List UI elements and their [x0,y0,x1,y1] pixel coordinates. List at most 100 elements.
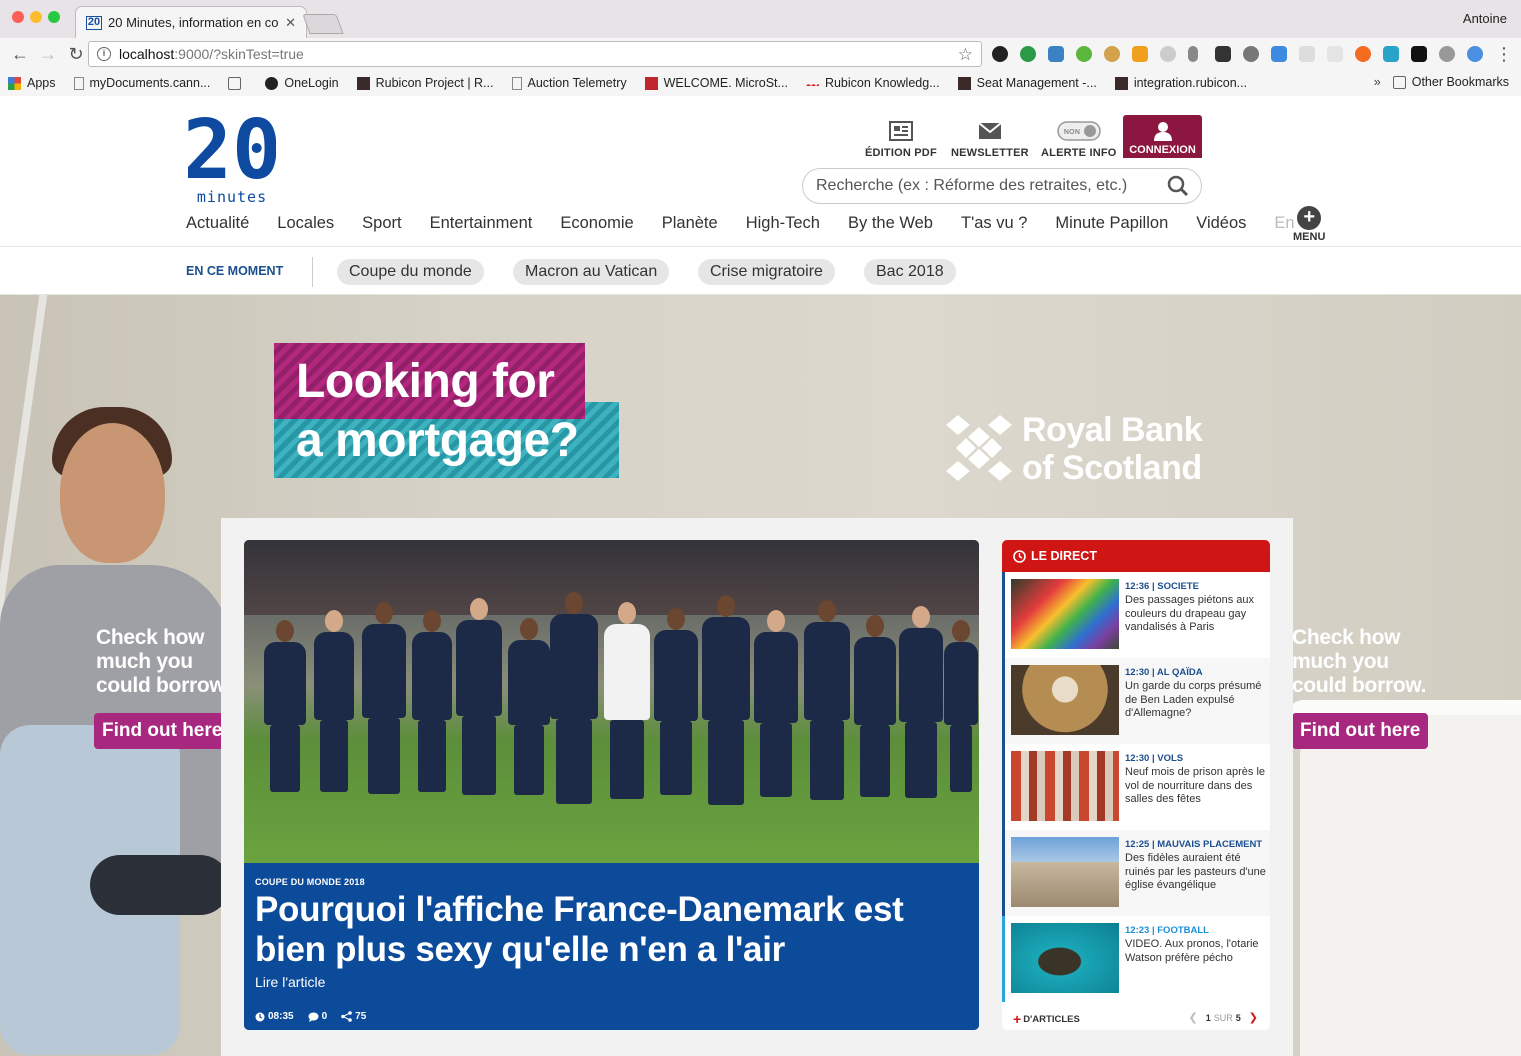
hero-title[interactable]: Pourquoi l'affiche France-Danemark est b… [255,890,955,970]
live-news-headline[interactable]: Neuf mois de prison après le vol de nour… [1125,766,1267,807]
pale-extension-icon[interactable] [1327,46,1343,62]
hero-shares[interactable]: 75 [341,1011,366,1022]
live-news-tag[interactable]: AL QAÏDA [1157,667,1203,678]
profile-name[interactable]: Antoine [1463,11,1507,26]
chat-extension-icon[interactable] [1020,46,1036,62]
address-bar[interactable]: i localhost:9000/?skinTest=true ☆ [88,41,982,67]
search-field[interactable]: Recherche (ex : Réforme des retraites, e… [802,168,1202,204]
prev-page-icon[interactable]: ❮ [1189,1011,1198,1024]
bookmark-item[interactable]: Seat Management -... [957,76,1097,90]
dark-extension-icon[interactable] [1215,46,1231,62]
hero-article-card[interactable]: COUPE DU MONDE 2018 Pourquoi l'affiche F… [244,540,979,1030]
reload-icon[interactable]: ↻ [62,40,90,68]
microphone-extension-icon[interactable] [1188,46,1198,62]
forward-icon[interactable]: → [34,40,62,68]
nav-item[interactable]: Minute Papillon [1055,214,1168,233]
new-tab-button[interactable] [302,14,344,34]
nav-item[interactable]: Planète [662,214,718,233]
nav-item[interactable]: Sport [362,214,401,233]
browser-menu-icon[interactable]: ⋮ [1490,40,1518,68]
trending-pill[interactable]: Coupe du monde [337,259,484,285]
advertising-skin[interactable]: a mortgage? Looking for Royal Bank of Sc… [0,295,1521,1056]
live-news-item[interactable]: 12:23 | FOOTBALL VIDEO. Aux pronos, l'ota… [1002,916,1270,1002]
nav-item[interactable]: Vidéos [1196,214,1246,233]
nav-item[interactable]: High-Tech [746,214,820,233]
sea-lion-photo[interactable] [1011,923,1119,993]
live-news-headline[interactable]: Un garde du corps présumé de Ben Laden e… [1125,680,1267,721]
nav-item[interactable]: En [1274,214,1294,233]
pocket-extension-icon[interactable] [1243,46,1259,62]
bookmark-item[interactable] [228,76,247,90]
nav-item[interactable]: Locales [277,214,334,233]
translate-extension-icon[interactable] [1467,46,1483,62]
active-tab[interactable]: 20 20 Minutes, information en co ✕ [75,6,307,38]
live-news-header[interactable]: LE DIRECT [1002,540,1270,572]
bookmark-item[interactable]: integration.rubicon... [1114,76,1247,90]
live-news-tag[interactable]: MAUVAIS PLACEMENT [1157,839,1262,850]
tab-close-icon[interactable]: ✕ [285,15,296,31]
hero-comments[interactable]: 0 [308,1011,327,1022]
ad-cta-left-button[interactable]: Find out here [94,713,231,749]
nav-item[interactable]: Economie [560,214,633,233]
pdf-edition-button[interactable]: ÉDITION PDF [865,120,937,159]
rainbow-umbrella-photo[interactable] [1011,579,1119,649]
bookmark-item[interactable]: WELCOME. MicroSt... [644,76,788,90]
minimize-window-button[interactable] [30,11,42,23]
cookie-extension-icon[interactable] [1104,46,1120,62]
grey-extension-icon[interactable] [1160,46,1176,62]
live-news-headline[interactable]: Des fidèles auraient été ruinés par les … [1125,852,1267,893]
trending-pill[interactable]: Crise migratoire [698,259,835,285]
onelogin-extension-icon[interactable] [992,46,1008,62]
nav-item[interactable]: Entertainment [430,214,533,233]
newsletter-button[interactable]: NEWSLETTER [951,120,1029,159]
next-page-icon[interactable]: ❯ [1249,1011,1258,1024]
alert-info-toggle[interactable]: NON ALERTE INFO [1041,120,1117,159]
menu-button[interactable]: + MENU [1293,206,1325,243]
nav-item[interactable]: T'as vu ? [961,214,1027,233]
site-info-icon[interactable]: i [97,47,111,61]
back-icon[interactable]: ← [6,40,34,68]
portrait-photo[interactable] [1011,665,1119,735]
live-news-tag[interactable]: FOOTBALL [1157,925,1209,936]
light-extension-icon[interactable] [1299,46,1315,62]
other-bookmarks-folder[interactable]: Other Bookmarks [1392,75,1509,89]
chart-extension-icon[interactable] [1271,46,1287,62]
live-news-item[interactable]: 12:25 | MAUVAIS PLACEMENT Des fidèles aur… [1002,830,1270,916]
trending-pill[interactable]: Bac 2018 [864,259,956,285]
nav-item[interactable]: Actualité [186,214,249,233]
ad-cta-right-button[interactable]: Find out here [1292,713,1429,749]
orange-extension-icon[interactable] [1355,46,1371,62]
bookmark-item[interactable]: Rubicon Project | R... [356,76,494,90]
bookmark-item[interactable]: Auction Telemetry [511,76,627,90]
black-extension-icon[interactable] [1411,46,1427,62]
live-news-item[interactable]: 12:36 | SOCIETE Des passages piétons aux … [1002,572,1270,658]
bookmark-item[interactable]: Apps [8,76,56,90]
bookmark-item[interactable]: OneLogin [265,76,339,90]
bookmark-star-icon[interactable]: ☆ [958,45,973,65]
bookmarks-overflow-icon[interactable]: » [1374,75,1381,89]
live-news-item[interactable]: 12:30 | VOLS Neuf mois de prison après le… [1002,744,1270,830]
coupon-extension-icon[interactable] [1132,46,1148,62]
hero-category[interactable]: COUPE DU MONDE 2018 [255,877,365,887]
trending-pill[interactable]: Macron au Vatican [513,259,670,285]
green-extension-icon[interactable] [1076,46,1092,62]
food-items-photo[interactable] [1011,751,1119,821]
live-news-tag[interactable]: SOCIETE [1157,581,1199,592]
maximize-window-button[interactable] [48,11,60,23]
cloud-extension-icon[interactable] [1439,46,1455,62]
live-news-headline[interactable]: VIDEO. Aux pronos, l'otarie Watson préfè… [1125,938,1267,965]
login-button[interactable]: CONNEXION [1123,115,1202,158]
read-article-link[interactable]: Lire l'article [255,974,325,990]
close-window-button[interactable] [12,11,24,23]
download-extension-icon[interactable] [1048,46,1064,62]
teal-extension-icon[interactable] [1383,46,1399,62]
nav-item[interactable]: By the Web [848,214,933,233]
live-news-headline[interactable]: Des passages piétons aux couleurs du dra… [1125,594,1267,635]
more-articles-link[interactable]: + D'ARTICLES [1013,1011,1080,1027]
live-news-tag[interactable]: VOLS [1157,753,1183,764]
live-news-item[interactable]: 12:30 | AL QAÏDA Un garde du corps présum… [1002,658,1270,744]
search-icon[interactable] [1167,175,1189,197]
site-logo[interactable]: 20 minutes [188,114,276,206]
bookmark-item[interactable]: myDocuments.cann... [73,76,210,90]
police-building-photo[interactable] [1011,837,1119,907]
